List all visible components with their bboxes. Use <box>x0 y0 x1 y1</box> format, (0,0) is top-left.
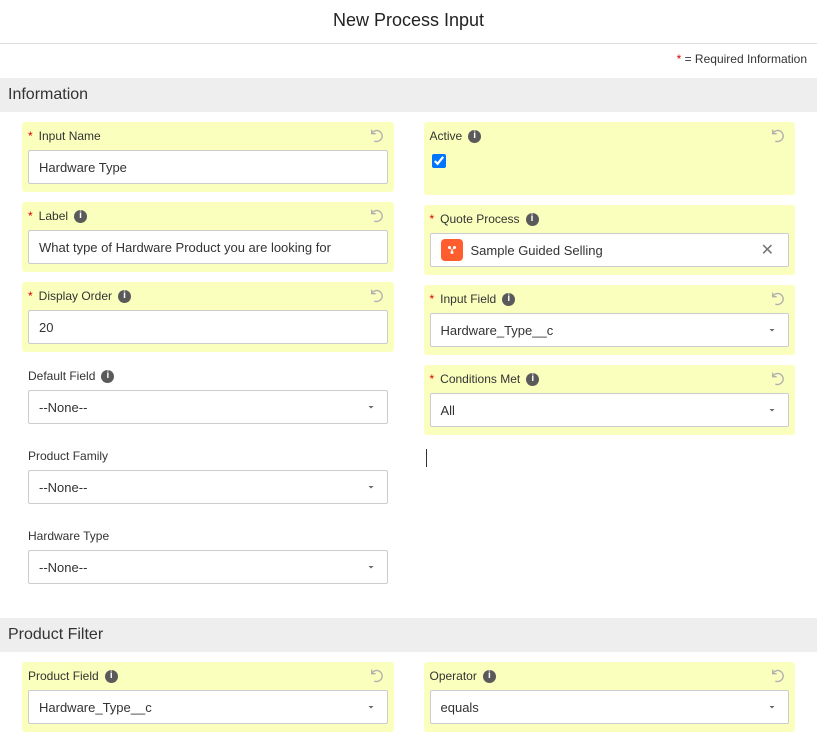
field-label: Input Name <box>39 129 101 143</box>
required-info-text: = Required Information <box>685 52 807 66</box>
field-label: Quote Process <box>440 212 519 226</box>
input-name-input[interactable] <box>28 150 388 184</box>
required-info: * = Required Information <box>0 44 817 72</box>
select-value: Hardware_Type__c <box>39 700 152 715</box>
field-conditions-met: * Conditions Met i All <box>424 365 796 435</box>
required-asterisk: * <box>28 209 33 223</box>
select-value: All <box>441 403 455 418</box>
quote-process-lookup[interactable]: Sample Guided Selling ✕ <box>430 233 790 267</box>
field-label: Product Field <box>28 669 99 683</box>
info-icon[interactable]: i <box>105 670 118 683</box>
field-input-field: * Input Field i Hardware_Type__c <box>424 285 796 355</box>
info-icon[interactable]: i <box>74 210 87 223</box>
field-label: Display Order <box>39 289 112 303</box>
required-asterisk: * <box>28 289 33 303</box>
close-icon[interactable]: ✕ <box>757 240 778 260</box>
input-field-select[interactable]: Hardware_Type__c <box>430 313 790 347</box>
hardware-type-select[interactable]: --None-- <box>28 550 388 584</box>
field-active: Active i <box>424 122 796 195</box>
lookup-value: Sample Guided Selling <box>471 243 603 258</box>
chevron-down-icon <box>766 324 778 336</box>
conditions-met-select[interactable]: All <box>430 393 790 427</box>
select-value: --None-- <box>39 480 87 495</box>
section-header-product-filter: Product Filter <box>0 618 817 652</box>
field-hardware-type: Hardware Type --None-- <box>22 522 394 592</box>
chevron-down-icon <box>766 701 778 713</box>
field-label: * Label i <box>22 202 394 272</box>
info-icon[interactable]: i <box>468 130 481 143</box>
chevron-down-icon <box>365 561 377 573</box>
chevron-down-icon <box>365 701 377 713</box>
operator-select[interactable]: equals <box>430 690 790 724</box>
info-icon[interactable]: i <box>526 373 539 386</box>
label-input[interactable] <box>28 230 388 264</box>
info-icon[interactable]: i <box>526 213 539 226</box>
info-icon[interactable]: i <box>118 290 131 303</box>
chevron-down-icon <box>766 404 778 416</box>
undo-icon[interactable] <box>769 126 787 144</box>
chevron-down-icon <box>365 401 377 413</box>
active-checkbox[interactable] <box>432 154 446 168</box>
field-label: Product Family <box>28 449 108 463</box>
required-asterisk: * <box>430 212 435 226</box>
field-default-field: Default Field i --None-- <box>22 362 394 432</box>
undo-icon[interactable] <box>769 369 787 387</box>
undo-icon[interactable] <box>368 206 386 224</box>
field-operator: Operator i equals <box>424 662 796 732</box>
field-label: Conditions Met <box>440 372 520 386</box>
text-cursor <box>424 445 796 470</box>
field-label: Label <box>39 209 68 223</box>
default-field-select[interactable]: --None-- <box>28 390 388 424</box>
select-value: --None-- <box>39 560 87 575</box>
info-icon[interactable]: i <box>101 370 114 383</box>
info-icon[interactable]: i <box>502 293 515 306</box>
info-icon[interactable]: i <box>483 670 496 683</box>
undo-icon[interactable] <box>368 286 386 304</box>
undo-icon[interactable] <box>368 126 386 144</box>
field-label: Operator <box>430 669 477 683</box>
field-product-field: Product Field i Hardware_Type__c <box>22 662 394 732</box>
undo-icon[interactable] <box>368 666 386 684</box>
page-title: New Process Input <box>0 0 817 43</box>
undo-icon[interactable] <box>769 289 787 307</box>
section-header-information: Information <box>0 78 817 112</box>
product-field-select[interactable]: Hardware_Type__c <box>28 690 388 724</box>
undo-icon[interactable] <box>769 666 787 684</box>
field-label: Active <box>430 129 463 143</box>
field-label: Default Field <box>28 369 95 383</box>
field-quote-process: * Quote Process i Sample Guided Selling … <box>424 205 796 275</box>
required-asterisk: * <box>677 52 682 66</box>
product-family-select[interactable]: --None-- <box>28 470 388 504</box>
field-display-order: * Display Order i <box>22 282 394 352</box>
select-value: --None-- <box>39 400 87 415</box>
chevron-down-icon <box>365 481 377 493</box>
required-asterisk: * <box>430 292 435 306</box>
process-icon <box>441 239 463 261</box>
select-value: Hardware_Type__c <box>441 323 554 338</box>
field-product-family: Product Family --None-- <box>22 442 394 512</box>
field-label: Hardware Type <box>28 529 109 543</box>
display-order-input[interactable] <box>28 310 388 344</box>
field-input-name: * Input Name <box>22 122 394 192</box>
required-asterisk: * <box>430 372 435 386</box>
field-label: Input Field <box>440 292 496 306</box>
select-value: equals <box>441 700 479 715</box>
required-asterisk: * <box>28 129 33 143</box>
